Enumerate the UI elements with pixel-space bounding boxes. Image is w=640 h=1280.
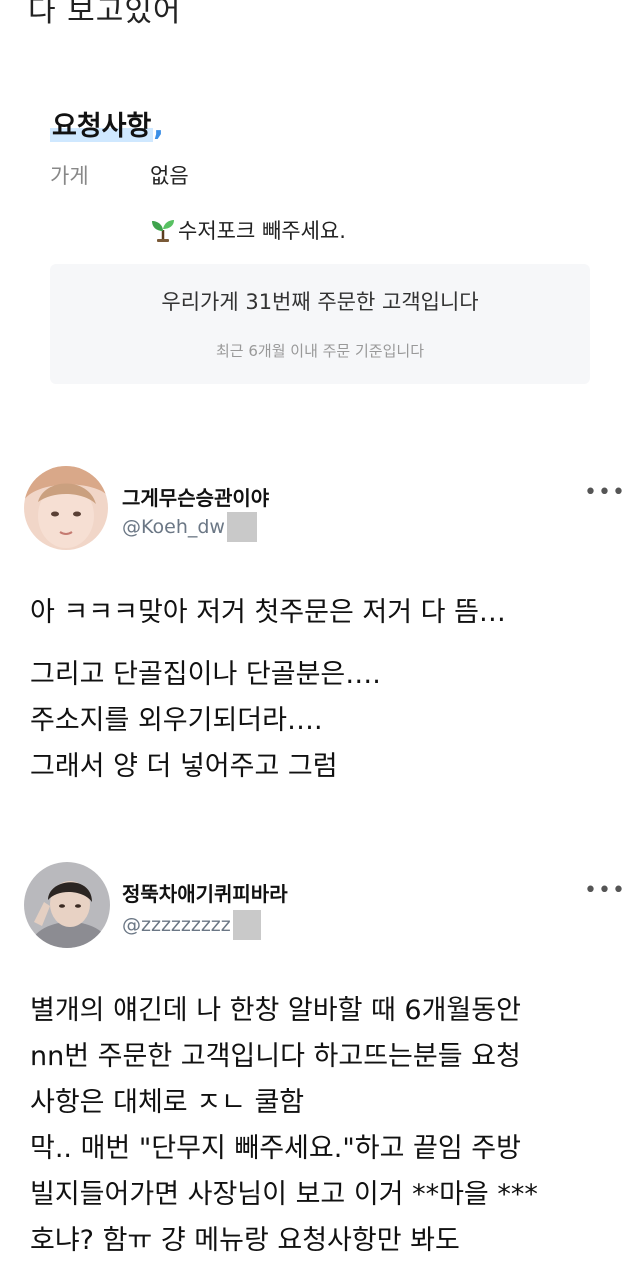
order-count-box: 우리가게 31번째 주문한 고객입니다 최근 6개월 이내 주문 기준입니다 bbox=[50, 264, 590, 384]
tweet-text-line: 빌지들어가면 사장님이 보고 이거 **마을 *** bbox=[30, 1179, 538, 1210]
display-name[interactable]: 그게무슨승관이야 bbox=[122, 482, 269, 511]
order-count-sub: 최근 6개월 이내 주문 기준입니다 bbox=[215, 342, 425, 360]
tweet-text-line: 사항은 대체로 ㅈㄴ 쿨함 bbox=[30, 1087, 305, 1118]
tweet-text-line: nn번 주문한 고객입니다 하고뜨는분들 요청 bbox=[30, 1041, 521, 1072]
tweet-text-line: 호냐? 함ㅠ 걍 메뉴랑 요청사항만 봐도 bbox=[30, 1225, 460, 1256]
more-options-icon[interactable]: ••• bbox=[584, 878, 626, 903]
request-line: 수저포크 빼주세요. bbox=[150, 215, 346, 245]
request-title-text: 요청사항 bbox=[50, 111, 154, 142]
redaction-box bbox=[232, 910, 261, 940]
tweet-text-line: 별개의 얘긴데 나 한창 알바할 때 6개월동안 bbox=[30, 995, 521, 1026]
user-handle[interactable]: @zzzzzzzzz bbox=[122, 910, 261, 940]
more-options-icon[interactable]: ••• bbox=[584, 480, 626, 505]
store-value: 없음 bbox=[150, 164, 189, 188]
user-handle[interactable]: @Koeh_dw bbox=[122, 512, 257, 542]
cut-off-text: 다 보고있어 bbox=[28, 0, 182, 29]
tweet-text-line: 막.. 매번 "단무지 빼주세요."하고 끝임 주방 bbox=[30, 1133, 521, 1164]
tweet-text-line: 그래서 양 더 넣어주고 그럼 bbox=[30, 751, 338, 782]
tweet-text-line: 주소지를 외우기되더라…. bbox=[30, 705, 323, 736]
avatar[interactable] bbox=[24, 466, 108, 550]
avatar-face-icon bbox=[24, 862, 110, 948]
order-count-main: 우리가게 31번째 주문한 고객입니다 bbox=[161, 290, 479, 314]
tweet-text-line: 아 ㅋㅋㅋ맞아 저거 첫주문은 저거 다 뜸… bbox=[30, 597, 506, 628]
avatar-face-icon bbox=[24, 466, 108, 550]
title-accent-icon: , bbox=[153, 111, 164, 142]
user-handle-text: @zzzzzzzzz bbox=[122, 914, 231, 936]
redaction-box bbox=[226, 512, 257, 542]
request-text: 수저포크 빼주세요. bbox=[178, 219, 346, 243]
display-name[interactable]: 정뚝차애기퀴피바라 bbox=[122, 878, 288, 907]
request-title: 요청사항, bbox=[50, 104, 164, 143]
sprout-icon bbox=[152, 220, 174, 242]
tweet-card: 정뚝차애기퀴피바라 @zzzzzzzzz ••• 별개의 얘긴데 나 한창 알바… bbox=[0, 858, 640, 1278]
store-label: 가게 bbox=[50, 164, 89, 188]
user-handle-text: @Koeh_dw bbox=[122, 516, 225, 538]
tweet-text-line: 그리고 단골집이나 단골분은…. bbox=[30, 659, 381, 690]
tweet-card: 그게무슨승관이야 @Koeh_dw ••• 아 ㅋㅋㅋ맞아 저거 첫주문은 저거… bbox=[0, 460, 640, 790]
avatar[interactable] bbox=[24, 862, 110, 948]
